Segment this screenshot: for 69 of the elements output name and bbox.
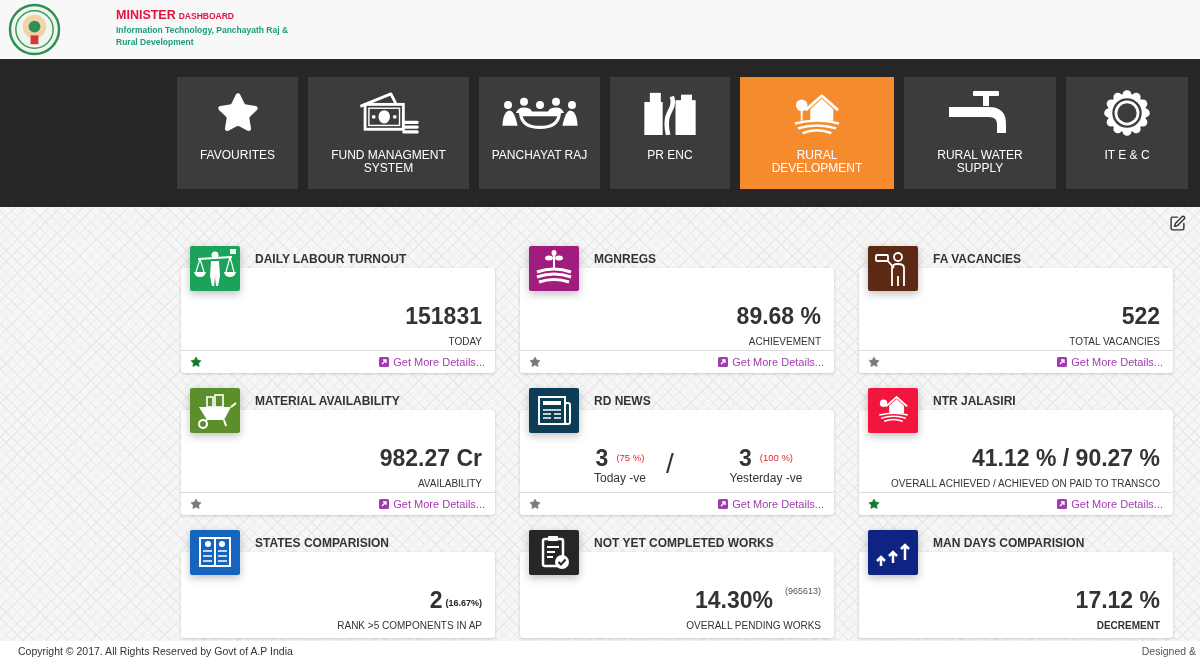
metric-label: OVERALL ACHIEVED / ACHIEVED ON PAID TO TRANSCO bbox=[891, 477, 1160, 490]
details-link[interactable]: Get More Details... bbox=[1057, 495, 1163, 513]
metric-value: 3 bbox=[595, 445, 609, 471]
module-tile[interactable]: FAVOURITES bbox=[177, 77, 298, 189]
emblem-logo bbox=[8, 3, 61, 56]
metric-label: Yesterday -ve bbox=[729, 471, 803, 485]
metric-value: 89.68 % bbox=[736, 303, 821, 329]
card-title: NTR JALASIRI bbox=[933, 394, 1016, 408]
metric-label: DECREMENT bbox=[1096, 619, 1160, 632]
dashboard-title: MINISTER bbox=[116, 8, 176, 23]
external-link-icon bbox=[718, 499, 729, 509]
star-icon[interactable] bbox=[529, 356, 541, 368]
card-title: DAILY LABOUR TURNOUT bbox=[255, 252, 407, 266]
card-title: FA VACANCIES bbox=[933, 252, 1021, 266]
star-icon[interactable] bbox=[868, 498, 880, 510]
metric-label: RANK >5 COMPONENTS IN AP bbox=[337, 619, 482, 632]
metric-value: 2 bbox=[429, 587, 443, 613]
details-link[interactable]: Get More Details... bbox=[718, 495, 824, 513]
metric-label: TODAY bbox=[448, 335, 482, 348]
external-link-icon bbox=[718, 357, 729, 367]
card-title: STATES COMPARISION bbox=[255, 536, 389, 550]
card-title: NOT YET COMPLETED WORKS bbox=[594, 536, 774, 550]
metric-label: Today -ve bbox=[594, 471, 646, 485]
separator-slash: / bbox=[665, 449, 675, 479]
credit-text: Designed & bbox=[1141, 644, 1196, 660]
external-link-icon bbox=[379, 499, 390, 509]
department-subtitle: Information Technology, Panchayath Raj & Rural Development bbox=[116, 24, 289, 48]
dashboard-title-suffix: DASHBOARD bbox=[178, 10, 234, 22]
farmhouse-icon bbox=[793, 91, 841, 135]
star-icon[interactable] bbox=[868, 356, 880, 368]
ring-icon bbox=[1104, 90, 1150, 136]
metric-value: 17.12 % bbox=[1075, 587, 1160, 613]
details-link[interactable]: Get More Details... bbox=[379, 353, 485, 371]
metric-label: OVERALL PENDING WORKS bbox=[686, 619, 821, 632]
star-icon[interactable] bbox=[529, 498, 541, 510]
external-link-icon bbox=[379, 357, 390, 367]
metric-note: (100 %) bbox=[759, 452, 794, 464]
metric-note: (75 %) bbox=[616, 452, 645, 464]
module-tile[interactable]: IT E & C bbox=[1066, 77, 1188, 189]
metric-value: 151831 bbox=[405, 303, 482, 329]
metric-label: TOTAL VACANCIES bbox=[1069, 335, 1160, 348]
module-tile[interactable]: RURAL WATER SUPPLY bbox=[904, 77, 1056, 189]
metric-value: 14.30% bbox=[694, 587, 773, 613]
details-link[interactable]: Get More Details... bbox=[1057, 353, 1163, 371]
star-icon[interactable] bbox=[190, 498, 202, 510]
card-title: RD NEWS bbox=[594, 394, 651, 408]
metric-label: AVAILABILITY bbox=[417, 477, 482, 490]
module-tile[interactable]: FUND MANAGMENT SYSTEM bbox=[308, 77, 469, 189]
metric-note: (965613) bbox=[784, 585, 821, 597]
metric-value: 982.27 Cr bbox=[379, 445, 482, 471]
card-title: MGNREGS bbox=[594, 252, 656, 266]
module-tile[interactable]: PR ENC bbox=[610, 77, 730, 189]
metric-label: ACHIEVEMENT bbox=[748, 335, 821, 348]
card-title: MATERIAL AVAILABILITY bbox=[255, 394, 400, 408]
metric-value: 41.12 % / 90.27 % bbox=[972, 445, 1160, 471]
module-tile[interactable]: PANCHAYAT RAJ bbox=[479, 77, 600, 189]
city-road-icon bbox=[642, 91, 698, 135]
edit-icon bbox=[1168, 214, 1186, 232]
details-link[interactable]: Get More Details... bbox=[718, 353, 824, 371]
metric-note: (16.67%) bbox=[445, 597, 482, 609]
external-link-icon bbox=[1057, 357, 1068, 367]
details-link[interactable]: Get More Details... bbox=[379, 495, 485, 513]
star-icon[interactable] bbox=[190, 356, 202, 368]
external-link-icon bbox=[1057, 499, 1068, 509]
copyright-text: Copyright © 2017. All Rights Reserved by Govt of A.P India bbox=[18, 644, 293, 660]
card-title: MAN DAYS COMPARISION bbox=[933, 536, 1085, 550]
edit-button[interactable] bbox=[1168, 214, 1186, 232]
metric-value: 3 bbox=[738, 445, 752, 471]
metric-value: 522 bbox=[1121, 303, 1160, 329]
